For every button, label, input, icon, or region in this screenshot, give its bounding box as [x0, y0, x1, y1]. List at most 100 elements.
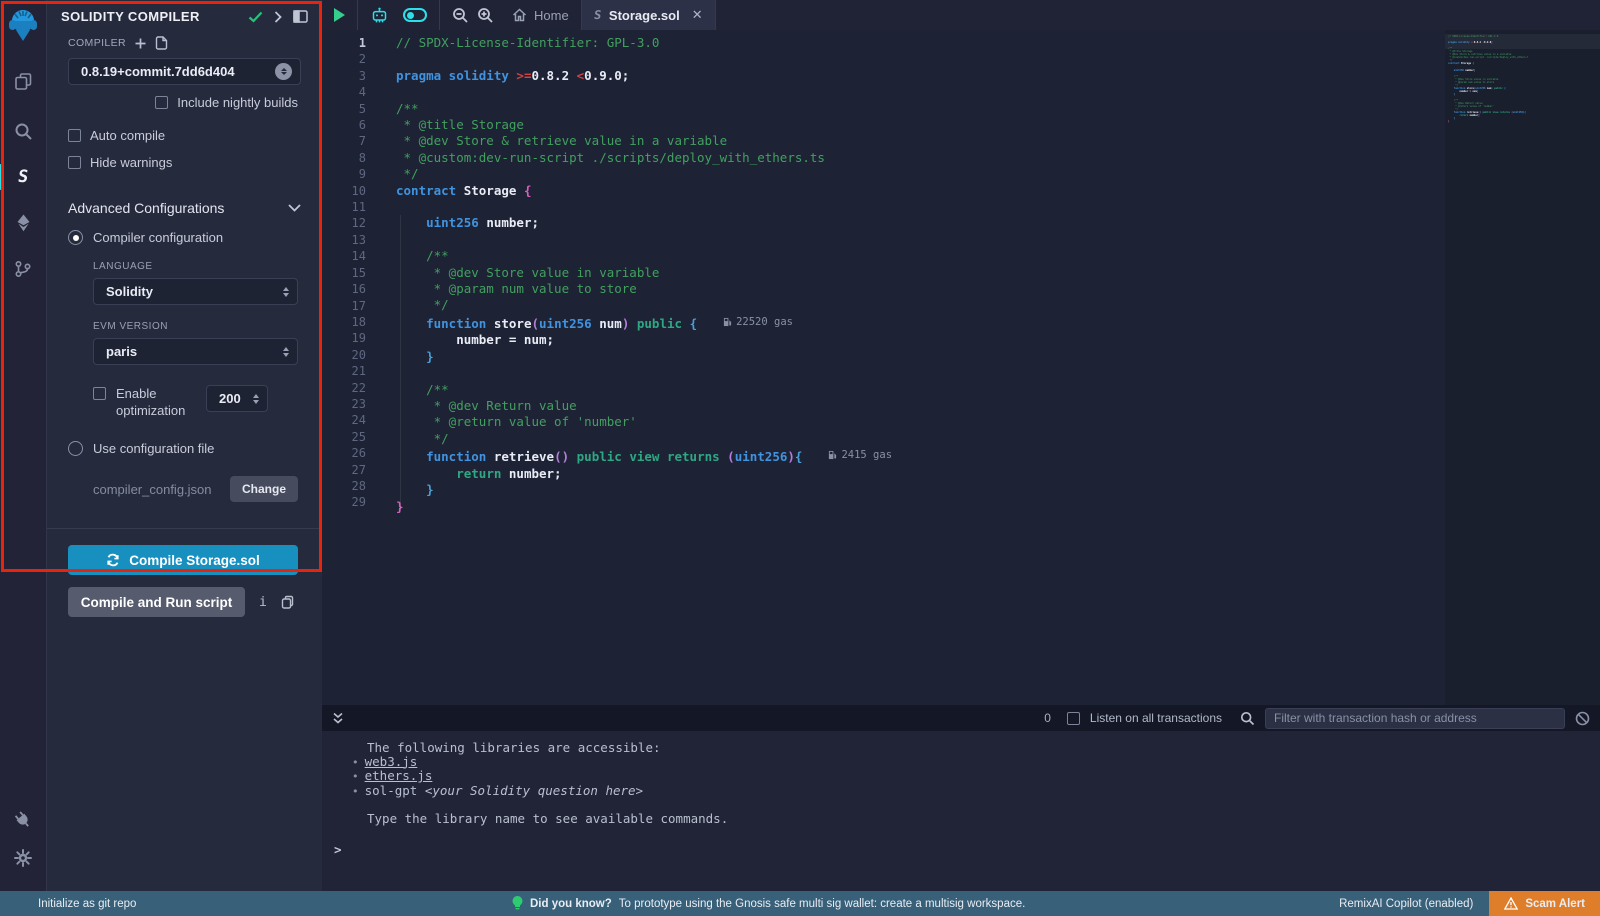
code-line[interactable]: * @return value of 'number' [396, 414, 1445, 430]
code-line[interactable]: function store(uint256 num) public {2252… [396, 314, 1445, 333]
code-line[interactable]: contract Storage { [396, 183, 1445, 199]
ai-copilot-toggle[interactable] [403, 8, 427, 22]
terminal-search-icon[interactable] [1240, 711, 1255, 726]
add-compiler-icon[interactable] [135, 38, 146, 49]
copilot-status[interactable]: RemixAI Copilot (enabled) [1339, 898, 1473, 910]
line-number: 7 [322, 133, 366, 149]
auto-compile-checkbox[interactable] [68, 129, 81, 142]
line-number: 8 [322, 150, 366, 166]
file-explorer-icon[interactable] [0, 62, 47, 100]
pin-panel-icon[interactable] [293, 10, 308, 23]
code-line[interactable] [396, 199, 1445, 215]
line-number-gutter: 1234567891011121314151617181920212223242… [322, 30, 380, 705]
code-line[interactable]: } [396, 349, 1445, 365]
bullet: • [352, 785, 359, 799]
info-icon[interactable]: i [259, 595, 267, 610]
code-line[interactable]: * @dev Store & retrieve value in a varia… [396, 133, 1445, 149]
terminal-link[interactable]: ethers.js [365, 769, 433, 783]
code-line[interactable]: /** [396, 382, 1445, 398]
code-line[interactable]: * @title Storage [396, 117, 1445, 133]
listen-transactions-label: Listen on all transactions [1090, 711, 1222, 725]
remix-logo[interactable] [0, 4, 47, 48]
code-line[interactable]: * @param num value to store [396, 281, 1445, 297]
clear-console-icon[interactable] [1575, 711, 1590, 726]
use-configuration-file-radio[interactable] [68, 441, 83, 456]
warning-triangle-icon [1504, 897, 1518, 910]
solidity-compiler-icon[interactable]: S [0, 158, 47, 196]
terminal-line: •sol-gpt <your Solidity question here> [352, 784, 1600, 799]
terminal-link[interactable]: web3.js [365, 755, 418, 769]
code-line[interactable]: return number; [396, 466, 1445, 482]
code-editor[interactable]: 1234567891011121314151617181920212223242… [322, 30, 1600, 705]
code-area[interactable]: // SPDX-License-Identifier: GPL-3.0 pragm… [380, 30, 1445, 705]
zoom-in-icon[interactable] [477, 7, 494, 24]
line-number: 13 [322, 232, 366, 248]
code-line[interactable]: } [396, 482, 1445, 498]
scam-alert-label: Scam Alert [1525, 898, 1585, 910]
compiler-configuration-radio[interactable] [68, 230, 83, 245]
language-label: LANGUAGE [93, 261, 322, 272]
evm-version-select[interactable]: paris [93, 338, 298, 365]
line-number: 5 [322, 101, 366, 117]
code-line[interactable] [396, 232, 1445, 248]
expand-terminal-icon[interactable] [332, 712, 344, 725]
code-line[interactable]: // SPDX-License-Identifier: GPL-3.0 [396, 35, 1445, 51]
status-bar: Initialize as git repo Did you know? To … [0, 891, 1600, 916]
zoom-out-icon[interactable] [452, 7, 469, 24]
code-line[interactable]: */ [396, 166, 1445, 182]
scam-alert-badge[interactable]: Scam Alert [1489, 891, 1600, 916]
compile-and-run-button[interactable]: Compile and Run script [68, 587, 245, 617]
line-number: 2 [322, 51, 366, 67]
hide-warnings-checkbox[interactable] [68, 156, 81, 169]
code-line[interactable] [396, 51, 1445, 67]
code-line[interactable] [396, 365, 1445, 381]
language-select[interactable]: Solidity [93, 278, 298, 305]
settings-gear-icon[interactable] [0, 839, 47, 877]
gas-estimate: 22520 gas [723, 314, 793, 330]
compile-button[interactable]: Compile Storage.sol [68, 545, 298, 575]
code-line[interactable]: } [396, 499, 1445, 515]
run-script-play-icon[interactable] [334, 8, 345, 22]
line-number: 14 [322, 248, 366, 264]
git-icon[interactable] [0, 250, 47, 288]
code-line[interactable]: function retrieve() public view returns … [396, 447, 1445, 466]
did-you-know-tip: Did you know? To prototype using the Gno… [512, 896, 1025, 911]
code-line[interactable]: /** [396, 101, 1445, 117]
search-icon[interactable] [0, 112, 47, 150]
code-line[interactable]: uint256 number; [396, 215, 1445, 231]
open-file-icon[interactable] [155, 36, 168, 50]
panel-divider [47, 528, 322, 529]
tab-storage-sol[interactable]: S Storage.sol ✕ [582, 0, 716, 30]
ai-copilot-robot-icon[interactable] [370, 7, 389, 24]
transaction-filter-input[interactable] [1265, 708, 1565, 729]
close-tab-icon[interactable]: ✕ [692, 7, 703, 23]
code-line[interactable]: * @dev Store value in variable [396, 265, 1445, 281]
code-line[interactable]: * @dev Return value [396, 398, 1445, 414]
nightly-builds-checkbox[interactable] [155, 96, 168, 109]
code-line[interactable]: /** [396, 248, 1445, 264]
code-line[interactable]: * @custom:dev-run-script ./scripts/deplo… [396, 150, 1445, 166]
code-line[interactable]: */ [396, 297, 1445, 313]
home-tab[interactable]: Home [512, 8, 569, 23]
compiler-version-select[interactable]: 0.8.19+commit.7dd6d404 [68, 58, 301, 85]
listen-transactions-checkbox[interactable] [1067, 712, 1080, 725]
chevron-right-icon[interactable] [274, 11, 282, 23]
terminal[interactable]: The following libraries are accessible:•… [322, 731, 1600, 891]
compiler-version-value: 0.8.19+commit.7dd6d404 [81, 64, 275, 79]
plugin-manager-icon[interactable] [0, 801, 47, 839]
config-file-name: compiler_config.json [93, 482, 230, 497]
line-number: 24 [322, 412, 366, 428]
line-number: 21 [322, 363, 366, 379]
optimization-runs-input[interactable]: 200 [206, 385, 268, 412]
git-init-button[interactable]: Initialize as git repo [0, 898, 136, 910]
minimap-area[interactable]: // SPDX-License-Identifier: GPL-3.0pragm… [1445, 30, 1600, 705]
copy-icon[interactable] [281, 595, 294, 609]
code-line[interactable]: number = num; [396, 332, 1445, 348]
enable-optimization-checkbox[interactable] [93, 387, 106, 400]
change-config-button[interactable]: Change [230, 476, 298, 502]
code-line[interactable]: pragma solidity >=0.8.2 <0.9.0; [396, 68, 1445, 84]
deploy-run-icon[interactable] [0, 204, 47, 242]
code-line[interactable]: */ [396, 431, 1445, 447]
code-line[interactable] [396, 84, 1445, 100]
advanced-configurations-toggle[interactable]: Advanced Configurations [68, 200, 301, 216]
